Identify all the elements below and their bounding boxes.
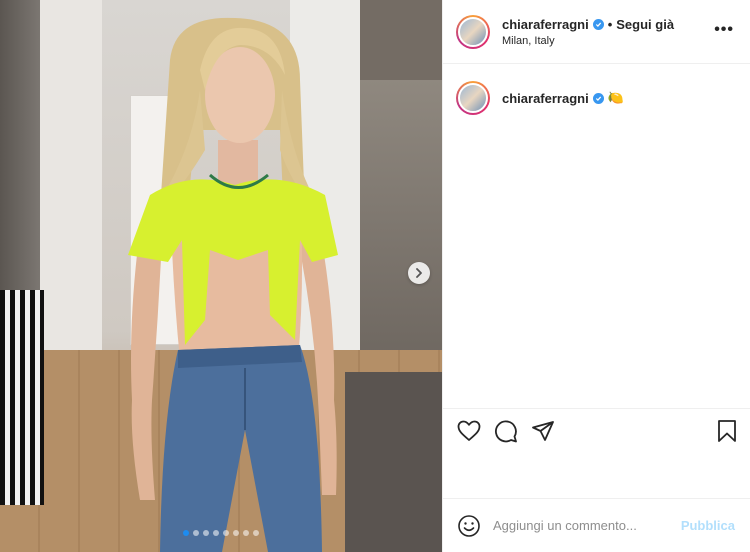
smiley-icon (458, 514, 480, 537)
carousel-dot (223, 530, 229, 536)
caption-text: 🍋 (607, 90, 624, 105)
comment-input[interactable] (493, 518, 673, 533)
carousel-dot (233, 530, 239, 536)
carousel-dot (193, 530, 199, 536)
carousel-indicator (0, 530, 442, 536)
post-photo[interactable] (0, 0, 442, 552)
more-options-button[interactable]: ••• (714, 22, 734, 38)
following-button[interactable]: Segui già (616, 17, 674, 32)
comment-bar: Pubblica (443, 498, 750, 552)
separator-dot: • (607, 16, 613, 32)
action-bar (443, 408, 750, 452)
like-button[interactable] (457, 420, 481, 442)
carousel-dot (183, 530, 189, 536)
heart-icon (457, 420, 481, 441)
caption-avatar[interactable] (456, 81, 490, 115)
share-button[interactable] (531, 420, 555, 442)
save-button[interactable] (717, 419, 737, 448)
post-header: chiaraferragni • Segui già Milan, Italy … (443, 0, 750, 64)
caption-row: chiaraferragni 🍋 (443, 64, 750, 115)
location-link[interactable]: Milan, Italy (502, 35, 674, 47)
verified-badge-icon (592, 92, 604, 104)
post-sidebar: chiaraferragni • Segui già Milan, Italy … (442, 0, 750, 552)
comment-icon (495, 420, 517, 442)
carousel-dot (243, 530, 249, 536)
bookmark-icon (718, 420, 736, 442)
publish-button[interactable]: Pubblica (681, 518, 735, 533)
carousel-dot (203, 530, 209, 536)
person-figure (128, 17, 338, 552)
carousel-dot (213, 530, 219, 536)
chevron-right-icon (416, 268, 422, 278)
comment-button[interactable] (494, 419, 518, 443)
emoji-button[interactable] (457, 514, 481, 538)
username-link[interactable]: chiaraferragni (502, 17, 589, 32)
carousel-dot (253, 530, 259, 536)
caption-username-link[interactable]: chiaraferragni (502, 91, 589, 106)
share-icon (532, 420, 554, 441)
verified-badge-icon (592, 18, 604, 30)
avatar[interactable] (456, 14, 490, 49)
next-slide-button[interactable] (408, 262, 430, 284)
instagram-post: chiaraferragni • Segui già Milan, Italy … (0, 0, 750, 552)
